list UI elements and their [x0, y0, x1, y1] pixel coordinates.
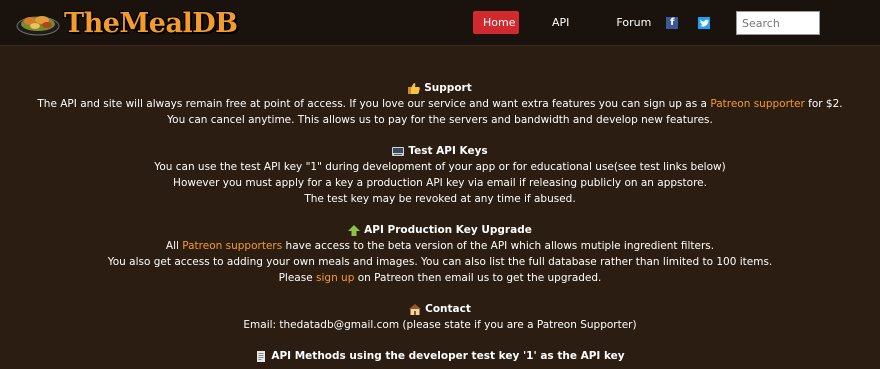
upgrade-line3-tail: on Patreon then email us to get the upgr…	[354, 272, 602, 284]
support-title: Support	[424, 82, 472, 94]
api-methods-section: API Methods using the developer test key…	[0, 348, 880, 364]
patreon-supporter-link[interactable]: Patreon supporter	[710, 98, 804, 110]
thumbs-up-icon	[408, 82, 421, 94]
sign-up-link[interactable]: sign up	[316, 272, 354, 284]
keyboard-icon	[392, 146, 405, 157]
test-keys-line-3: The test key may be revoked at any time …	[304, 193, 576, 205]
main-nav: Home API Forum f	[473, 11, 711, 34]
contact-title: Contact	[425, 303, 471, 315]
meal-dish-icon	[16, 9, 60, 37]
twitter-icon[interactable]	[698, 16, 711, 29]
upgrade-text-tail: have access to the beta version of the A…	[282, 240, 715, 252]
upgrade-section: API Production Key Upgrade All Patreon s…	[0, 222, 880, 286]
support-text-tail: for $2.	[804, 98, 843, 110]
test-keys-section: Test API Keys You can use the test API k…	[0, 143, 880, 207]
upgrade-text: All	[165, 240, 183, 252]
api-methods-title: API Methods using the developer test key…	[271, 350, 625, 362]
nav-home[interactable]: Home	[473, 11, 519, 34]
support-section: Support The API and site will always rem…	[0, 80, 880, 128]
upgrade-line-2: You also get access to adding your own m…	[107, 256, 773, 268]
brand-name: TheMealDB	[64, 7, 238, 39]
up-arrow-icon	[348, 224, 361, 236]
test-keys-title: Test API Keys	[408, 145, 488, 157]
contact-heading: Contact	[0, 301, 880, 317]
contact-section: Contact Email: thedatadb@gmail.com (plea…	[0, 301, 880, 333]
nav-api[interactable]: API	[552, 11, 569, 34]
api-methods-heading: API Methods using the developer test key…	[0, 348, 880, 364]
patreon-supporters-link[interactable]: Patreon supporters	[182, 240, 282, 252]
support-heading: Support	[0, 80, 880, 96]
test-keys-line-1: You can use the test API key "1" during …	[154, 161, 726, 173]
upgrade-heading: API Production Key Upgrade	[0, 222, 880, 238]
facebook-icon[interactable]: f	[666, 16, 679, 29]
contact-line-1: Email: thedatadb@gmail.com (please state…	[243, 319, 637, 331]
site-logo[interactable]: TheMealDB	[16, 6, 238, 40]
top-navbar: TheMealDB Home API Forum f	[0, 0, 880, 46]
test-keys-heading: Test API Keys	[0, 143, 880, 159]
search-input[interactable]	[736, 11, 820, 35]
main-content: Support The API and site will always rem…	[0, 46, 880, 364]
support-line-1: The API and site will always remain free…	[0, 96, 880, 112]
test-keys-line-2: However you must apply for a key a produ…	[173, 177, 707, 189]
upgrade-line3-text: Please	[278, 272, 317, 284]
support-line-2: You can cancel anytime. This allows us t…	[167, 114, 713, 126]
upgrade-line-1: All Patreon supporters have access to th…	[0, 238, 880, 254]
house-icon	[409, 303, 422, 315]
upgrade-title: API Production Key Upgrade	[364, 224, 532, 236]
upgrade-line-3: Please sign up on Patreon then email us …	[0, 270, 880, 286]
nav-forum[interactable]: Forum	[616, 11, 651, 34]
document-icon	[255, 350, 267, 362]
support-text: The API and site will always remain free…	[37, 98, 711, 110]
